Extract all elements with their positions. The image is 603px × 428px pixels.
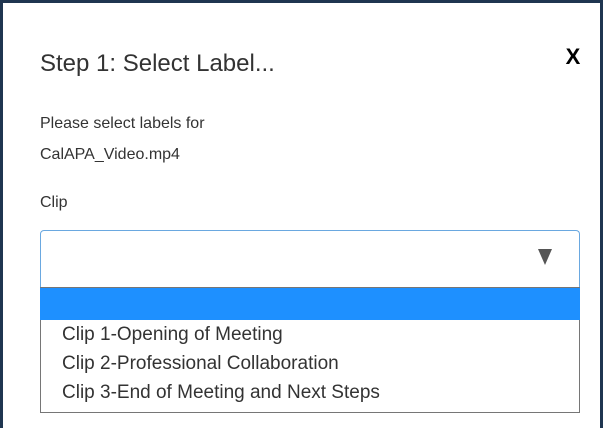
clip-field-label: Clip — [40, 194, 68, 211]
clip-option-blank[interactable] — [40, 288, 580, 320]
dialog-title: Step 1: Select Label... — [40, 50, 275, 77]
triangle-down-icon[interactable] — [538, 249, 552, 265]
clip-option-1[interactable]: Clip 1-Opening of Meeting — [41, 320, 579, 349]
description-line-filename: CalAPA_Video.mp4 — [40, 146, 180, 163]
close-icon: X — [565, 44, 581, 69]
clip-option-2[interactable]: Clip 2-Professional Collaboration — [41, 349, 579, 378]
description-line: Please select labels for — [40, 115, 205, 132]
close-button[interactable]: X — [562, 43, 584, 71]
dialog-window: Step 1: Select Label... X Please select … — [0, 0, 603, 428]
clip-select[interactable] — [40, 230, 580, 287]
clip-dropdown-list: Clip 1-Opening of Meeting Clip 2-Profess… — [40, 287, 580, 413]
dialog-description: Please select labels for CalAPA_Video.mp… — [40, 108, 440, 170]
clip-option-3[interactable]: Clip 3-End of Meeting and Next Steps — [41, 378, 579, 407]
